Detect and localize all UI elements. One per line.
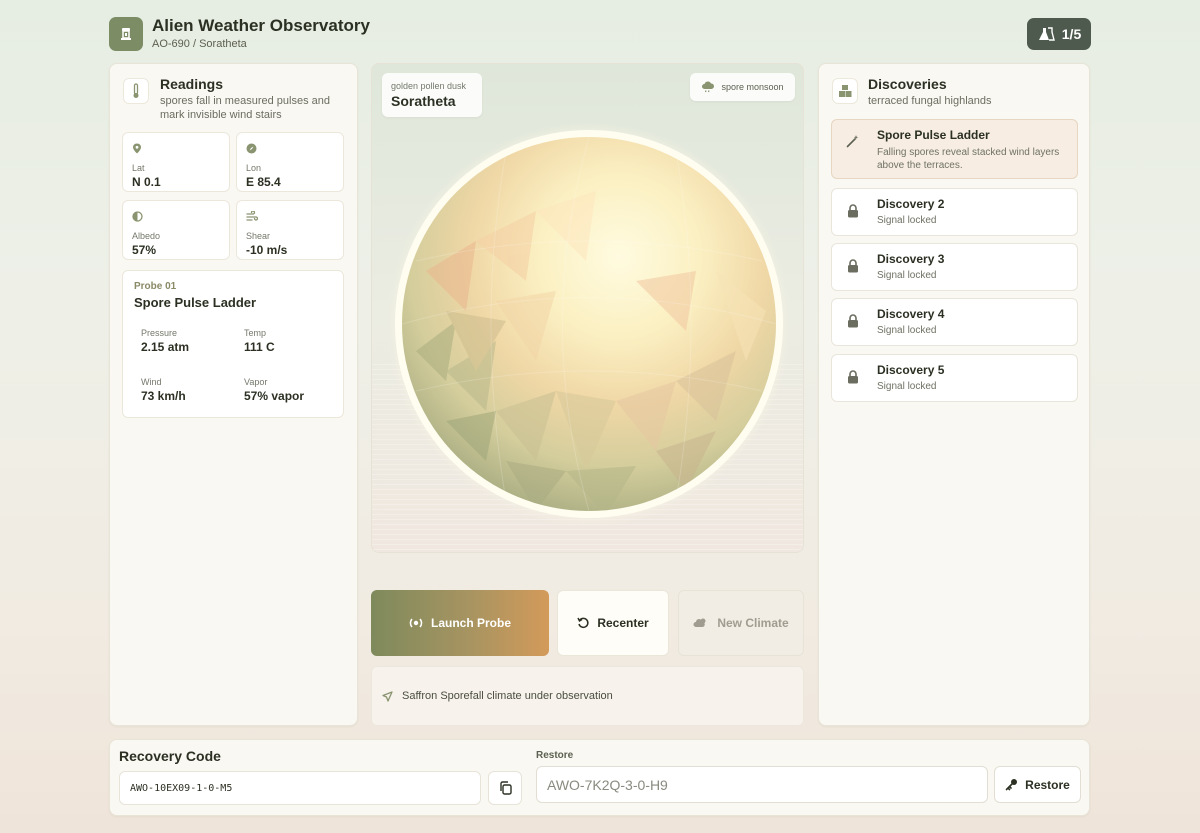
discovery-detail: Signal locked (877, 325, 937, 336)
discovery-detail: Falling spores reveal stacked wind layer… (877, 147, 1060, 171)
readings-description: spores fall in measured pulses and mark … (160, 95, 330, 121)
compass-icon (246, 143, 257, 154)
discoveries-title: Discoveries (868, 76, 947, 92)
discovery-detail: Signal locked (877, 381, 937, 392)
discovery-name: Discovery 5 (877, 363, 945, 377)
discovery-item-2[interactable]: Discovery 2 Signal locked (831, 188, 1078, 236)
discovery-counter: 1/5 (1027, 18, 1091, 50)
half-circle-icon (132, 211, 143, 222)
launch-probe-button[interactable]: Launch Probe (371, 590, 549, 656)
restore-button-label: Restore (1025, 777, 1070, 792)
thermometer-icon (133, 83, 139, 98)
discovery-item-3[interactable]: Discovery 3 Signal locked (831, 243, 1078, 291)
boxes-icon (839, 85, 852, 97)
app-subtitle: AO-690 / Soratheta (152, 38, 247, 50)
readings-title: Readings (160, 76, 224, 92)
new-climate-label: New Climate (717, 616, 789, 630)
discovery-item-5[interactable]: Discovery 5 Signal locked (831, 354, 1078, 402)
weather-chip-text: spore monsoon (721, 82, 784, 92)
restore-button[interactable]: Restore (994, 766, 1081, 803)
probe-metric-value: 73 km/h (141, 389, 186, 403)
flask-icon (1038, 27, 1055, 41)
restore-label: Restore (536, 750, 574, 761)
magic-wand-icon (846, 135, 859, 148)
stat-albedo: Albedo 57% (122, 200, 230, 260)
discoveries-subtitle: terraced fungal highlands (868, 95, 992, 107)
weather-chip: spore monsoon (690, 73, 795, 101)
cloud-sun-icon (693, 618, 706, 627)
copy-code-button[interactable] (488, 771, 522, 805)
discovery-detail: Signal locked (877, 215, 937, 226)
probe-metric-label: Wind (141, 377, 162, 387)
planet-name: Soratheta (391, 93, 456, 109)
stat-lon: Lon E 85.4 (236, 132, 344, 192)
stat-label: Shear (246, 231, 271, 241)
planet-label-card: golden pollen dusk Soratheta (382, 73, 482, 117)
stat-value: E 85.4 (246, 175, 281, 189)
readings-icon-tile (123, 78, 149, 104)
discovery-item-4[interactable]: Discovery 4 Signal locked (831, 298, 1078, 346)
observatory-icon (121, 28, 131, 40)
recovery-code-field[interactable]: AWO-10EX09-1-0-M5 (119, 771, 481, 805)
probe-metric-label: Pressure (141, 328, 178, 338)
discovery-name: Spore Pulse Ladder (877, 128, 990, 142)
stat-shear: Shear -10 m/s (236, 200, 344, 260)
discoveries-panel: Discoveries terraced fungal highlands Sp… (818, 63, 1090, 726)
discovery-name: Discovery 4 (877, 307, 945, 321)
planet-viewport[interactable]: golden pollen dusk Soratheta spore monso… (371, 63, 804, 553)
discovery-item-1[interactable]: Spore Pulse Ladder Falling spores reveal… (831, 119, 1078, 179)
planet-globe[interactable] (386, 121, 792, 527)
time-of-day-label: golden pollen dusk (391, 81, 467, 91)
rotate-icon (577, 617, 589, 629)
readings-panel: Readings spores fall in measured pulses … (109, 63, 358, 726)
key-icon (1005, 779, 1018, 791)
stat-label: Lat (132, 163, 145, 173)
stat-value: 57% (132, 243, 157, 257)
stat-value: -10 m/s (246, 243, 288, 257)
discovery-name: Discovery 2 (877, 197, 945, 211)
recenter-button[interactable]: Recenter (557, 590, 669, 656)
discovery-name: Discovery 3 (877, 252, 945, 266)
wind-icon (246, 210, 259, 221)
stat-value: N 0.1 (132, 175, 161, 189)
satellite-icon (409, 618, 423, 628)
probe-name: Spore Pulse Ladder (134, 295, 257, 310)
app-title: Alien Weather Observatory (152, 16, 370, 35)
lock-icon (848, 204, 858, 218)
status-bar: Saffron Sporefall climate under observat… (371, 666, 804, 726)
map-pin-icon (133, 143, 141, 154)
copy-icon (499, 781, 512, 795)
cloud-rain-icon (702, 81, 715, 93)
status-message: Saffron Sporefall climate under observat… (402, 690, 613, 702)
observatory-logo (109, 17, 143, 51)
probe-metric-label: Temp (244, 328, 267, 338)
stat-lat: Lat N 0.1 (122, 132, 230, 192)
restore-code-input[interactable] (536, 766, 988, 803)
discovery-detail: Signal locked (877, 270, 937, 281)
probe-metric-label: Vapor (244, 377, 268, 387)
probe-card: Probe 01 Spore Pulse Ladder Pressure 2.1… (122, 270, 344, 418)
lock-icon (848, 370, 858, 384)
probe-label: Probe 01 (134, 281, 177, 292)
send-icon (382, 690, 393, 702)
lock-icon (848, 259, 858, 273)
probe-metric-value: 111 C (244, 340, 275, 354)
probe-metric-value: 2.15 atm (141, 340, 190, 354)
discoveries-icon-tile (832, 78, 858, 104)
recenter-label: Recenter (597, 616, 649, 630)
probe-metric-value: 57% vapor (244, 389, 305, 403)
launch-probe-label: Launch Probe (430, 616, 511, 630)
counter-text: 1/5 (1061, 26, 1082, 42)
stat-label: Lon (246, 163, 262, 173)
new-climate-button[interactable]: New Climate (678, 590, 804, 656)
recovery-title: Recovery Code (119, 748, 221, 764)
stat-label: Albedo (132, 231, 161, 241)
lock-icon (848, 314, 858, 328)
